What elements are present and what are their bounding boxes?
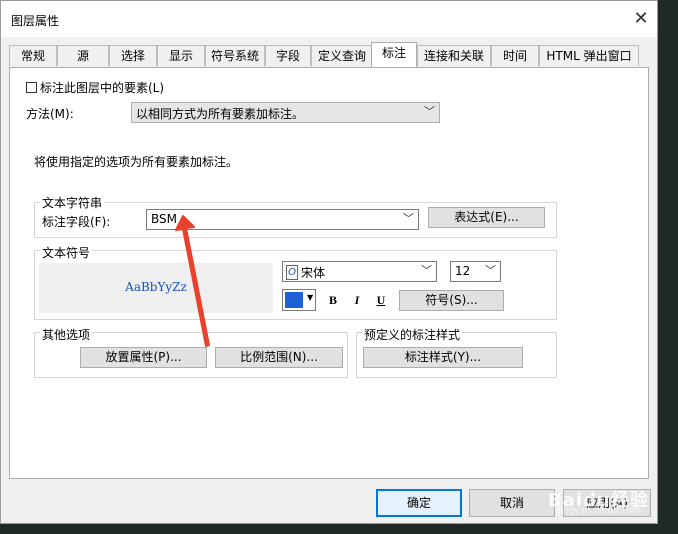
info-text: 将使用指定的选项为所有要素加标注。 [34, 155, 239, 169]
chevron-down-icon: ﹀ [421, 264, 432, 277]
method-select[interactable]: 以相同方式为所有要素加标注。 ﹀ [131, 102, 440, 123]
chevron-down-icon: ﹀ [485, 264, 496, 277]
watermark-url: jingyan.baidu.com [558, 506, 642, 516]
text-string-group-title: 文本字符串 [40, 194, 105, 211]
underline-button[interactable]: U [372, 291, 390, 309]
text-symbol-preview: AaBbYyZz [39, 263, 273, 313]
tab-fields[interactable]: 字段 [265, 45, 311, 66]
close-icon[interactable]: ✕ [629, 7, 653, 31]
bold-button[interactable]: B [324, 291, 342, 309]
italic-button[interactable]: I [348, 291, 366, 309]
tab-labels[interactable]: 标注 [371, 42, 417, 67]
tab-html-popup[interactable]: HTML 弹出窗口 [539, 45, 639, 66]
text-symbol-group-title: 文本符号 [40, 244, 93, 261]
tab-general[interactable]: 常规 [9, 45, 57, 66]
font-name-value: 宋体 [301, 266, 326, 280]
tab-joins-relates[interactable]: 连接和关联 [417, 45, 491, 66]
ok-button[interactable]: 确定 [376, 489, 462, 517]
tab-display[interactable]: 显示 [157, 45, 205, 66]
method-select-value: 以相同方式为所有要素加标注。 [136, 107, 305, 121]
chevron-down-icon: ▼ [307, 293, 314, 302]
font-size-select[interactable]: 12 ﹀ [450, 261, 501, 282]
tab-strip: 常规 源 选择 显示 符号系统 字段 定义查询 标注 连接和关联 时间 HTML… [9, 42, 649, 67]
title-bar: 图层属性 ✕ [1, 1, 657, 37]
font-color-swatch [285, 292, 303, 308]
opentype-font-icon: O [286, 265, 298, 280]
label-field-label: 标注字段(F): [42, 215, 111, 229]
tab-source[interactable]: 源 [57, 45, 109, 66]
label-styles-button[interactable]: 标注样式(Y)... [363, 347, 523, 368]
tab-definition-query[interactable]: 定义查询 [311, 45, 373, 66]
label-field-value: BSM [151, 212, 177, 226]
dialog-title: 图层属性 [11, 14, 60, 28]
placement-properties-button[interactable]: 放置属性(P)... [80, 347, 207, 368]
expression-button[interactable]: 表达式(E)... [428, 207, 545, 228]
method-label: 方法(M): [26, 107, 74, 121]
predefined-styles-group-title: 预定义的标注样式 [362, 326, 463, 343]
chevron-down-icon: ﹀ [424, 105, 435, 118]
label-field-select[interactable]: BSM ﹀ [146, 209, 419, 230]
other-options-group-title: 其他选项 [40, 326, 93, 343]
font-name-select[interactable]: O 宋体 ﹀ [282, 261, 437, 282]
symbol-button[interactable]: 符号(S)... [399, 290, 504, 311]
label-features-checkbox[interactable] [26, 82, 37, 93]
cancel-button[interactable]: 取消 [469, 489, 555, 517]
tab-selection[interactable]: 选择 [109, 45, 157, 66]
layer-properties-dialog: 图层属性 ✕ 常规 源 选择 显示 符号系统 字段 定义查询 标注 连接和关联 … [0, 0, 658, 524]
scale-range-button[interactable]: 比例范围(N)... [215, 347, 343, 368]
preview-sample-text: AaBbYyZz [125, 280, 187, 294]
label-features-checkbox-label[interactable]: 标注此图层中的要素(L) [40, 79, 164, 96]
tab-symbology[interactable]: 符号系统 [205, 45, 265, 66]
chevron-down-icon: ﹀ [403, 212, 414, 225]
tab-time[interactable]: 时间 [491, 45, 539, 66]
font-color-picker[interactable]: ▼ [282, 289, 316, 311]
font-size-value: 12 [455, 264, 471, 278]
